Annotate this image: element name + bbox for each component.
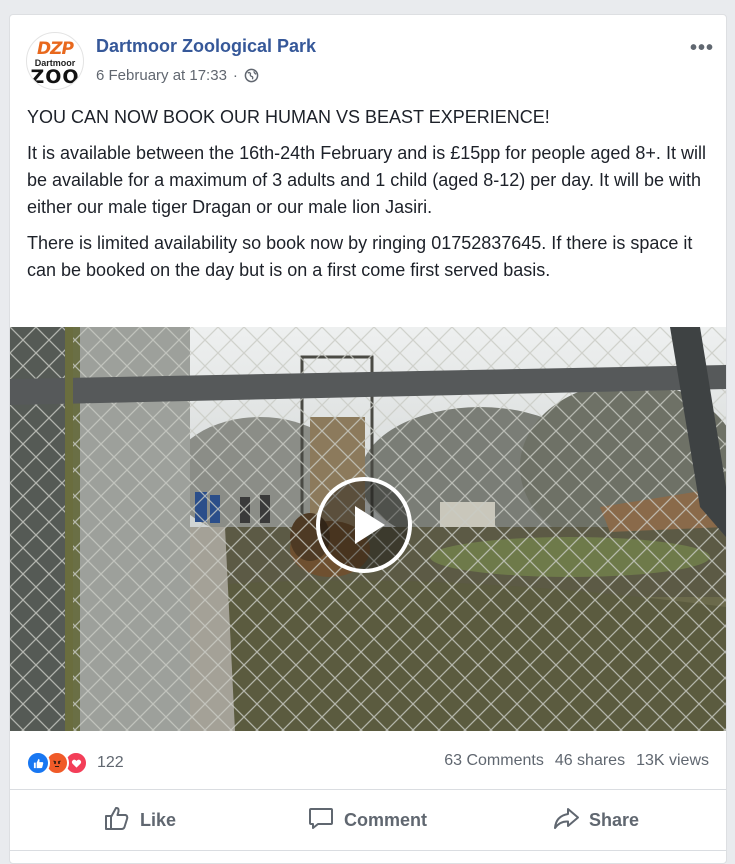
globe-icon[interactable]	[244, 68, 259, 83]
reactions-summary[interactable]: 122	[26, 751, 124, 775]
more-options-icon[interactable]: •••	[690, 37, 714, 60]
comments-count-link[interactable]: 63 Comments	[444, 752, 544, 770]
video-player[interactable]	[10, 327, 726, 731]
post-meta: 6 February at 17:33 ·	[96, 67, 259, 84]
comment-label: Comment	[344, 809, 428, 830]
share-icon	[552, 804, 580, 837]
logo-top-text: DZP	[37, 39, 74, 59]
share-label: Share	[589, 809, 640, 830]
play-triangle	[355, 506, 385, 544]
post-paragraph: It is available between the 16th-24th Fe…	[27, 143, 706, 217]
post-paragraph: YOU CAN NOW BOOK OUR HUMAN VS BEAST EXPE…	[27, 107, 550, 127]
like-label: Like	[140, 809, 177, 830]
post-header: DZP Dartmoor ZOO Dartmoor Zoological Par…	[10, 15, 726, 95]
like-button[interactable]: Like	[103, 790, 176, 850]
post-actions: Like Comment Share	[10, 790, 726, 851]
post-card: DZP Dartmoor ZOO Dartmoor Zoological Par…	[9, 14, 727, 864]
reaction-count: 122	[97, 754, 124, 771]
page-name-link[interactable]: Dartmoor Zoological Park	[96, 36, 316, 57]
play-icon[interactable]	[316, 477, 412, 573]
comment-button[interactable]: Comment	[307, 790, 427, 850]
post-paragraph: There is limited availability so book no…	[27, 233, 693, 280]
page-avatar[interactable]: DZP Dartmoor ZOO	[26, 32, 84, 90]
post-timestamp[interactable]: 6 February at 17:33	[96, 67, 227, 84]
logo-bottom-text: ZOO	[30, 66, 80, 88]
like-reaction-icon	[26, 751, 50, 775]
comment-icon	[307, 804, 335, 837]
thumbs-up-icon	[103, 804, 131, 837]
post-stats: 122 63 Comments 46 shares 13K views	[10, 731, 726, 790]
shares-count-link[interactable]: 46 shares	[555, 752, 625, 770]
share-button[interactable]: Share	[552, 790, 639, 850]
engagement-counts: 63 Comments 46 shares 13K views	[444, 752, 709, 770]
views-count: 13K views	[636, 752, 709, 769]
post-text: YOU CAN NOW BOOK OUR HUMAN VS BEAST EXPE…	[27, 104, 717, 293]
meta-separator: ·	[232, 67, 238, 84]
